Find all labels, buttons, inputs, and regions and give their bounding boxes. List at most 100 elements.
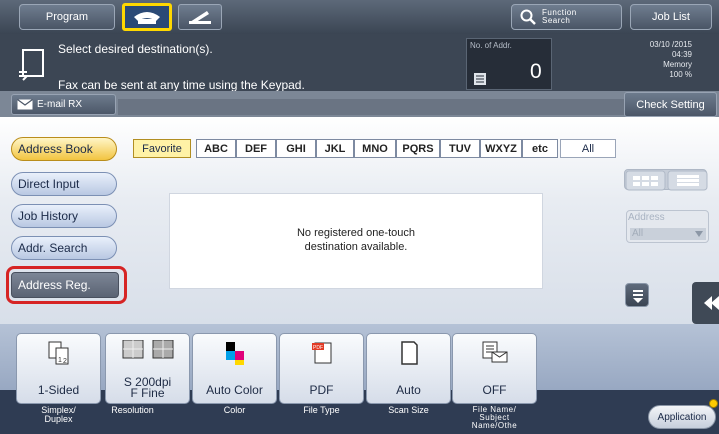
destination-display-bar <box>118 99 624 115</box>
time-text: 04:39 <box>671 50 692 59</box>
sidebar-item-label: Address Reg. <box>18 278 91 292</box>
index-tab-abc[interactable]: ABC <box>196 139 236 158</box>
index-tab-mno[interactable]: MNO <box>354 139 396 158</box>
setting-tile-resolution[interactable]: S 200dpi F Fine <box>105 333 190 404</box>
pdf-icon: PDF <box>311 342 331 364</box>
phone-mode-tab[interactable] <box>178 4 222 30</box>
check-setting-button[interactable]: Check Setting <box>624 92 717 117</box>
index-tab-label: Favorite <box>142 142 182 155</box>
email-list-icon <box>482 341 507 363</box>
setting-value: 1-Sided <box>37 383 80 397</box>
setting-tile-file-type[interactable]: PDF PDF <box>279 333 364 404</box>
chevron-down-icon <box>695 231 703 237</box>
setting-value: PDF <box>309 383 334 397</box>
index-tab-wxyz[interactable]: WXYZ <box>480 139 522 158</box>
list-view-icon[interactable] <box>667 170 708 191</box>
index-tab-label: ABC <box>204 142 228 155</box>
index-tab-etc[interactable]: etc <box>522 139 558 158</box>
setting-value: Auto Color <box>206 383 263 397</box>
sidebar-item-label: Address Book <box>18 142 93 156</box>
index-tab-def[interactable]: DEF <box>236 139 276 158</box>
setting-value: OFF <box>482 383 507 397</box>
setting-label-scan-size: Scan Size <box>388 405 429 415</box>
list-icon <box>474 72 486 90</box>
list-scroll-icon <box>633 290 643 303</box>
address-filter-value-text: All <box>632 228 644 239</box>
phone-line-icon <box>189 11 211 24</box>
index-tab-favorite[interactable]: Favorite <box>133 139 191 158</box>
double-chevron-left-icon <box>704 296 719 310</box>
setting-tile-scan-size[interactable]: Auto <box>366 333 451 404</box>
job-list-button[interactable]: Job List <box>630 4 712 30</box>
index-tab-tuv[interactable]: TUV <box>440 139 480 158</box>
setting-label-simplex: Simplex/Duplex <box>16 406 101 424</box>
index-tab-label: All <box>581 142 595 155</box>
memory-label: Memory <box>663 60 692 69</box>
function-search-button[interactable]: Function Search <box>511 4 622 30</box>
index-tab-label: etc <box>532 142 548 155</box>
sidebar-item-addr-search[interactable]: Addr. Search <box>11 236 117 260</box>
index-tab-pqrs[interactable]: PQRS <box>396 139 440 158</box>
index-tab-label: PQRS <box>402 142 434 155</box>
setting-label-line: Duplex <box>44 414 73 424</box>
job-list-label: Job List <box>652 11 690 23</box>
setting-tile-color[interactable]: Auto Color <box>192 333 277 404</box>
setting-value: Auto <box>396 383 421 397</box>
sidebar-item-label: Addr. Search <box>18 241 88 255</box>
notification-dot <box>709 399 718 408</box>
program-button[interactable]: Program <box>19 4 115 30</box>
setting-tile-file-name[interactable]: OFF <box>452 333 537 404</box>
empty-message-line2: destination available. <box>304 241 408 253</box>
svg-text:1: 1 <box>58 357 62 364</box>
svg-text:PDF: PDF <box>313 345 323 351</box>
setting-label-resolution: Resolution <box>111 405 154 415</box>
sidebar-item-job-history[interactable]: Job History <box>11 204 117 228</box>
address-filter-value: All <box>630 228 706 240</box>
phone-handset-icon <box>134 12 160 24</box>
function-search-line2: Search <box>542 16 571 25</box>
setting-value: S 200dpi F Fine <box>106 376 189 399</box>
setting-label-color: Color <box>223 405 246 415</box>
index-tab-all[interactable]: All <box>560 139 616 158</box>
message-line2: Fax can be sent at any time using the Ke… <box>58 78 305 92</box>
empty-message-line1: No registered one-touch <box>296 227 415 239</box>
application-label: Application <box>657 411 707 423</box>
envelope-icon <box>17 99 33 110</box>
function-search-label: Function Search <box>542 9 577 25</box>
message-line1: Select desired destination(s). <box>58 42 213 56</box>
search-icon <box>520 9 536 25</box>
empty-list-message: No registered one-touch destination avai… <box>169 226 543 254</box>
view-toggle[interactable] <box>624 169 708 191</box>
sidebar-item-label: Direct Input <box>18 177 80 191</box>
index-tab-jkl[interactable]: JKL <box>316 139 354 158</box>
setting-label-line: Name/Othe <box>471 421 518 430</box>
program-label: Program <box>45 11 89 23</box>
address-count-label: No. of Addr. <box>470 41 512 50</box>
memory-value: 100 % <box>669 70 692 79</box>
sidebar-item-address-book[interactable]: Address Book <box>11 137 117 161</box>
date-text: 03/10 /2015 <box>649 40 692 49</box>
index-tab-label: DEF <box>245 142 267 155</box>
sidebar-item-address-reg[interactable]: Address Reg. <box>11 272 119 298</box>
index-tab-label: MNO <box>362 142 388 155</box>
address-filter-label: Address <box>628 212 665 223</box>
address-count-value: 0 <box>530 60 542 83</box>
fax-mode-tab[interactable] <box>122 3 172 31</box>
index-tab-ghi[interactable]: GHI <box>276 139 316 158</box>
status-datetime: 03/10 /2015 04:39 Memory 100 % <box>650 40 692 80</box>
check-setting-label: Check Setting <box>636 98 705 111</box>
simplex-icon: 12 <box>48 341 68 365</box>
setting-label-file-type: File Type <box>303 405 340 415</box>
setting-tile-simplex[interactable]: 12 1-Sided <box>16 333 101 404</box>
application-button[interactable]: Application <box>648 405 716 429</box>
sidebar-item-direct-input[interactable]: Direct Input <box>11 172 117 196</box>
grid-view-icon[interactable] <box>625 170 666 191</box>
index-tab-label: WXYZ <box>485 142 517 155</box>
email-rx-button[interactable]: E-mail RX <box>11 94 116 115</box>
index-tab-label: TUV <box>449 142 471 155</box>
resolution-icon <box>122 340 173 359</box>
index-tab-label: GHI <box>286 142 306 155</box>
scroll-list-button[interactable] <box>625 283 649 307</box>
side-panel-tab[interactable] <box>692 282 719 324</box>
svg-text:2: 2 <box>63 358 67 365</box>
